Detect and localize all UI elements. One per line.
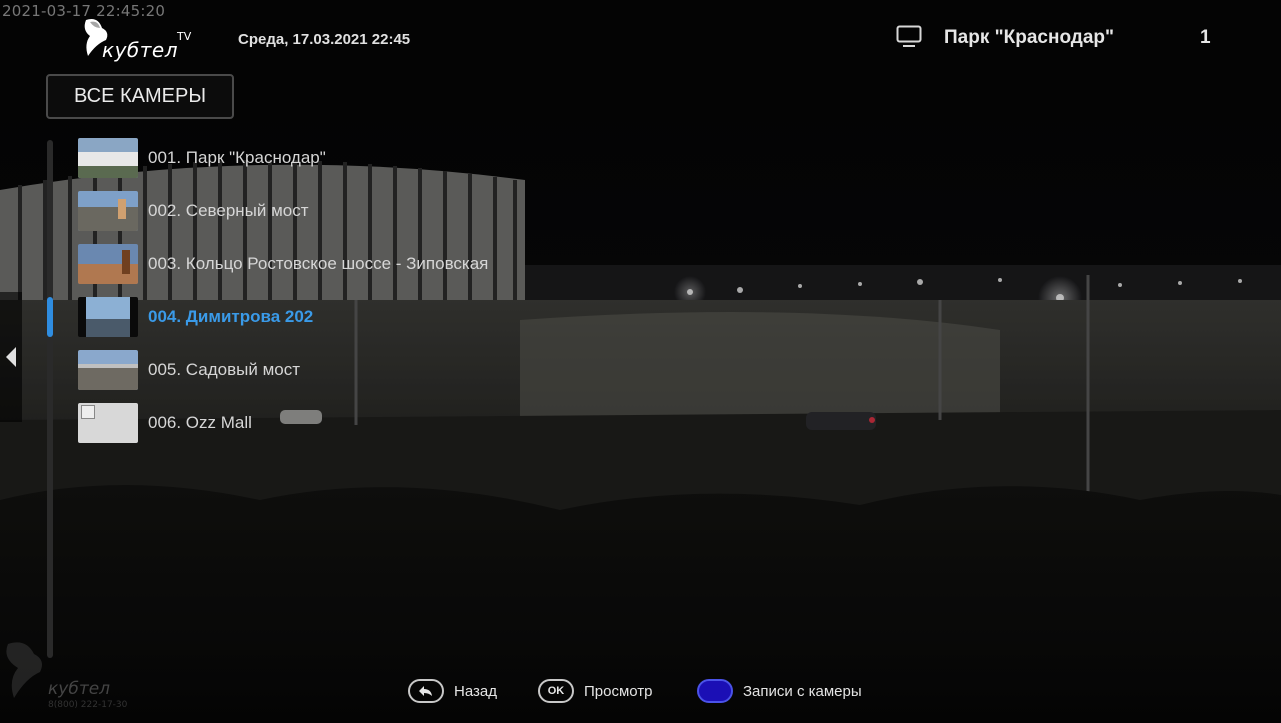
hint-view-label: Просмотр <box>584 682 653 700</box>
tv-icon <box>896 25 922 47</box>
camera-label: 006. Ozz Mall <box>148 413 252 432</box>
camera-item-005[interactable]: 005. Садовый мост <box>78 350 548 390</box>
camera-thumbnail <box>78 297 138 337</box>
camera-label: 004. Димитрова 202 <box>148 307 314 326</box>
back-key <box>408 679 444 703</box>
camera-thumbnail <box>78 350 138 390</box>
chevron-left-icon <box>6 347 16 367</box>
ok-key: OK <box>538 679 574 703</box>
back-arrow-icon <box>419 686 432 696</box>
hint-recordings-label: Записи с камеры <box>743 682 862 700</box>
date-time: Среда, 17.03.2021 22:45 <box>238 31 411 48</box>
camera-label: 001. Парк "Краснодар" <box>148 148 326 167</box>
blue-key <box>697 679 733 703</box>
hint-back[interactable]: Назад <box>408 677 497 705</box>
camera-item-006[interactable]: 006. Ozz Mall <box>78 403 548 443</box>
hint-view[interactable]: OK Просмотр <box>538 677 653 705</box>
camera-thumbnail-missing <box>78 403 138 443</box>
camera-thumbnail <box>78 191 138 231</box>
camera-thumbnail <box>78 138 138 178</box>
list-scrollbar-track[interactable] <box>47 140 53 658</box>
current-channel-number: 1 <box>1200 27 1211 48</box>
logo-text: кубтел <box>102 38 178 62</box>
watermark-logo-text: кубтел <box>48 679 111 699</box>
camera-item-002[interactable]: 002. Северный мост <box>78 191 548 231</box>
broken-image-icon <box>81 405 95 419</box>
camera-label: 005. Садовый мост <box>148 360 301 379</box>
camera-item-003[interactable]: 003. Кольцо Ростовское шоссе - Зиповская <box>78 244 548 284</box>
current-channel-name: Парк "Краснодар" <box>944 27 1115 48</box>
hint-recordings[interactable]: Записи с камеры <box>697 677 862 705</box>
watermark-phone: 8(800) 222-17-30 <box>48 700 128 710</box>
list-scrollbar-thumb[interactable] <box>47 297 53 337</box>
all-cameras-button[interactable]: ВСЕ КАМЕРЫ <box>46 74 234 119</box>
logo-tv-text: TV <box>177 30 192 43</box>
side-panel-toggle[interactable] <box>0 292 22 422</box>
camera-label: 003. Кольцо Ростовское шоссе - Зиповская <box>148 254 489 273</box>
camera-item-001[interactable]: 001. Парк "Краснодар" <box>78 138 548 178</box>
camera-thumbnail <box>78 244 138 284</box>
hint-back-label: Назад <box>454 682 497 700</box>
camera-item-004[interactable]: 004. Димитрова 202 <box>78 297 548 337</box>
camera-label: 002. Северный мост <box>148 201 309 220</box>
